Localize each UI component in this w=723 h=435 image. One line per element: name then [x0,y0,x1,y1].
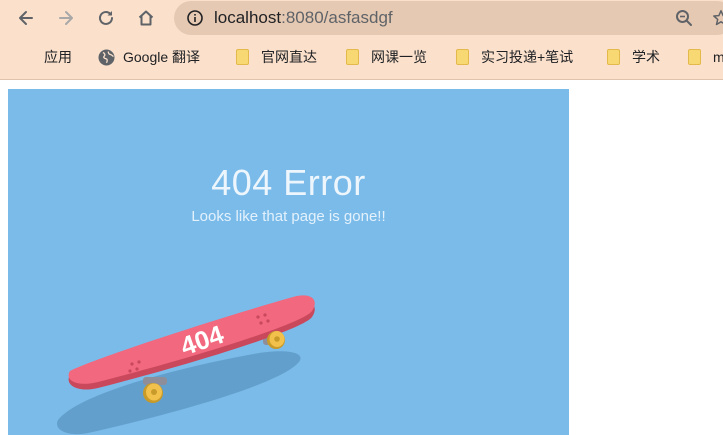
browser-toolbar: localhost:8080/asfasdgf [0,0,723,36]
home-icon [138,10,154,26]
bookmark-star-icon[interactable] [711,8,723,28]
bookmark-label: Google 翻译 [123,49,201,65]
home-button[interactable] [133,5,159,31]
back-button[interactable] [13,5,39,31]
bookmark-label: m [713,49,723,65]
bookmark-label: 网课一览 [371,49,427,65]
bookmark-folder-m[interactable]: m [688,43,723,71]
bookmark-apps[interactable]: 应用 [19,43,72,71]
folder-icon [236,49,252,65]
bookmark-label: 应用 [44,49,72,65]
bookmark-folder-academic[interactable]: 学术 [607,43,660,71]
bookmark-folder-internship[interactable]: 实习投递+笔试 [456,43,573,71]
forward-arrow-icon [59,11,73,25]
folder-icon [688,49,704,65]
url-host: localhost [214,8,282,27]
chrome-divider [0,79,723,80]
reload-icon [99,10,113,25]
skateboard-illustration: 404 [57,295,315,435]
folder-icon [607,49,623,65]
bookmark-label: 官网直达 [261,49,317,65]
bookmark-folder-official[interactable]: 官网直达 [236,43,317,71]
apps-grid-icon [19,49,35,65]
folder-icon [456,49,472,65]
bookmark-label: 实习投递+笔试 [481,49,574,65]
url-text[interactable]: localhost:8080/asfasdgf [214,7,393,29]
bookmarks-bar: 应用 Google 翻译 官网直达 网课一览 实习投递+笔试 学术 m [0,43,723,73]
error-subtitle: Looks like that page is gone!! [191,208,386,225]
zoom-icon[interactable] [674,8,694,28]
reload-button[interactable] [93,5,119,31]
globe-icon [98,49,115,66]
url-rest: :8080/asfasdgf [281,8,393,27]
info-icon[interactable] [186,9,204,27]
folder-icon [346,49,362,65]
bookmark-folder-courses[interactable]: 网课一览 [346,43,427,71]
error-title: 404 Error [211,162,366,203]
error-illustration: 404 Error Looks like that page is gone!!… [8,89,569,435]
bookmark-label: 学术 [632,49,660,65]
bookmark-google-translate[interactable]: Google 翻译 [98,43,200,71]
address-bar[interactable]: localhost:8080/asfasdgf [174,1,723,35]
back-arrow-icon [19,11,33,25]
browser-chrome: localhost:8080/asfasdgf 应用 Google 翻译 官网直… [0,0,723,80]
forward-button[interactable] [53,5,79,31]
